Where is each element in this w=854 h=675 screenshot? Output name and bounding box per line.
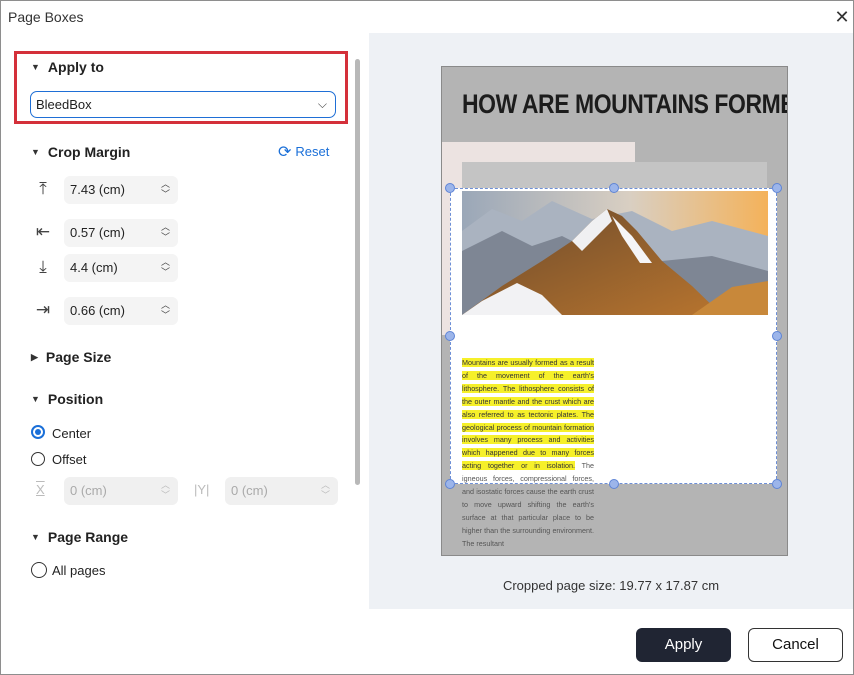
offset-label: Offset (52, 452, 87, 467)
crop-handle-middle-left[interactable] (445, 331, 455, 341)
page-preview: HOW ARE MOUNTAINS FORMED? (441, 66, 788, 556)
cropped-page-size: Cropped page size: 19.77 x 17.87 cm (502, 578, 720, 593)
apply-to-heading: Apply to (47, 59, 104, 75)
crop-margin-heading: Crop Margin (47, 144, 131, 160)
collapse-triangle-icon: ▼ (31, 62, 40, 72)
preview-panel: HOW ARE MOUNTAINS FORMED? (369, 33, 853, 609)
crop-margin-section-header[interactable]: ▼ Crop Margin (31, 144, 130, 160)
all-pages-label: All pages (52, 563, 106, 578)
collapse-triangle-icon: ▼ (31, 147, 40, 157)
x-axis-label: X (36, 482, 45, 497)
y-axis-label: |Y| (194, 482, 210, 497)
stepper-arrows-icon[interactable]: ︿ ﹀ (161, 179, 170, 199)
highlighted-text: Mountains are usually formed as a result… (462, 358, 594, 471)
top-margin-stepper[interactable]: 7.43 (cm) ︿ ﹀ (64, 176, 178, 204)
y-offset-value: 0 (cm) (231, 483, 268, 498)
y-offset-stepper: 0 (cm) ︿ ﹀ (225, 477, 338, 505)
page-range-heading: Page Range (47, 529, 129, 545)
position-section-header[interactable]: ▼ Position (31, 391, 103, 407)
page-range-section-header[interactable]: ▼ Page Range (31, 529, 128, 545)
collapse-triangle-icon: ▼ (31, 532, 40, 542)
page-size-section-header[interactable]: ▶ Page Size (31, 349, 111, 365)
left-margin-icon: ⇤ (35, 222, 51, 241)
title-bar: Page Boxes ✕ (1, 1, 853, 33)
expand-triangle-icon: ▶ (31, 352, 38, 362)
page-boxes-dialog: Page Boxes ✕ ▼ Apply to BleedBox ⌵ ▼ Crop … (0, 0, 854, 675)
crop-handle-bottom-right[interactable] (772, 479, 782, 489)
reset-label: Reset (295, 144, 330, 159)
settings-scrollbar[interactable] (355, 59, 360, 485)
crop-handle-middle-right[interactable] (772, 331, 782, 341)
page-size-heading: Page Size (45, 349, 112, 365)
right-margin-icon: ⇥ (35, 300, 51, 319)
left-margin-stepper[interactable]: 0.57 (cm) ︿ ﹀ (64, 219, 178, 247)
close-icon[interactable]: ✕ (831, 6, 853, 28)
crop-handle-bottom-left[interactable] (445, 479, 455, 489)
stepper-arrows-icon: ︿ ﹀ (160, 480, 170, 500)
right-margin-value: 0.66 (cm) (70, 303, 125, 318)
apply-to-selected-value: BleedBox (36, 97, 92, 112)
window-title: Page Boxes (8, 9, 84, 25)
right-margin-stepper[interactable]: 0.66 (cm) ︿ ﹀ (64, 297, 178, 325)
crop-handle-top-left[interactable] (445, 183, 455, 193)
chevron-down-icon: ⌵ (317, 97, 327, 111)
all-pages-radio[interactable] (31, 562, 47, 578)
stepper-arrows-icon[interactable]: ︿ ﹀ (161, 222, 170, 242)
position-heading: Position (47, 391, 104, 407)
reset-button[interactable]: ⟳ Reset (278, 142, 329, 162)
top-margin-value: 7.43 (cm) (70, 182, 125, 197)
stepper-arrows-icon[interactable]: ︿ ﹀ (161, 300, 170, 320)
bottom-margin-value: 4.4 (cm) (70, 260, 118, 275)
crop-handle-top-right[interactable] (772, 183, 782, 193)
x-offset-stepper: 0 (cm) ︿ ﹀ (64, 477, 178, 505)
collapse-triangle-icon: ▼ (31, 394, 40, 404)
bottom-margin-stepper[interactable]: 4.4 (cm) ︿ ﹀ (64, 254, 178, 282)
offset-radio[interactable] (31, 452, 45, 466)
preview-body-text: Mountains are usually formed as a result… (462, 357, 594, 551)
bottom-margin-icon: ⤓ (39, 257, 47, 276)
apply-to-dropdown[interactable]: BleedBox ⌵ (30, 91, 336, 118)
top-margin-icon: ⤒ (39, 179, 47, 198)
crop-handle-bottom-middle[interactable] (609, 479, 619, 489)
preview-page-title: HOW ARE MOUNTAINS FORMED? (462, 89, 787, 119)
cancel-button[interactable]: Cancel (748, 628, 843, 662)
normal-text: The igneous forces, compressional forces… (462, 461, 594, 548)
center-label: Center (52, 426, 92, 441)
apply-to-section-header[interactable]: ▼ Apply to (31, 59, 104, 75)
x-offset-value: 0 (cm) (70, 483, 107, 498)
mountain-image-icon (462, 191, 768, 315)
mountain-photo (462, 191, 768, 315)
apply-button[interactable]: Apply (636, 628, 731, 662)
center-radio[interactable] (31, 425, 45, 439)
stepper-arrows-icon[interactable]: ︿ ﹀ (161, 257, 170, 277)
crop-handle-top-middle[interactable] (609, 183, 619, 193)
reset-icon: ⟳ (278, 144, 292, 161)
left-margin-value: 0.57 (cm) (70, 225, 125, 240)
stepper-arrows-icon: ︿ ﹀ (320, 480, 330, 500)
